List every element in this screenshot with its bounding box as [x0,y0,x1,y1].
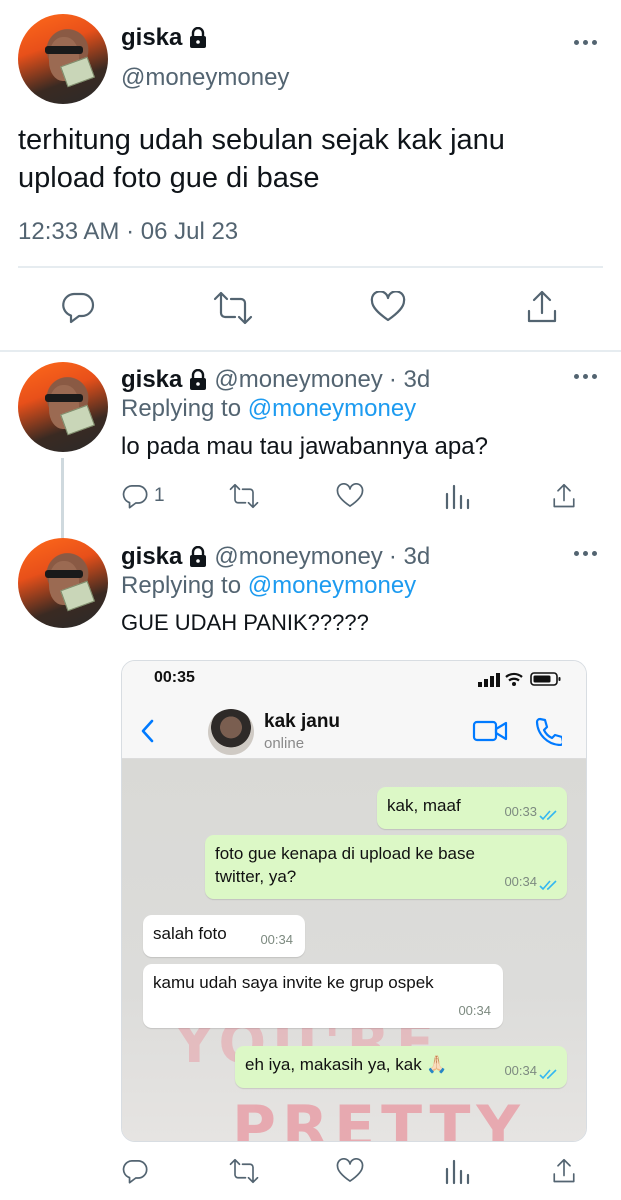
battery-icon [530,672,561,686]
status-time: 00:35 [154,669,195,686]
tweet-timestamp[interactable]: 12:33 AM · 06 Jul 23 [18,218,238,246]
retweet-icon[interactable] [213,291,253,325]
more-icon[interactable] [574,40,597,45]
reply-icon[interactable] [121,482,149,510]
read-receipt-icon [539,810,557,821]
author-handle[interactable]: @moneymoney [214,366,382,394]
avatar[interactable] [18,362,108,452]
like-icon[interactable] [370,291,406,323]
message-text: foto gue kenapa di upload ke base twitte… [215,844,475,886]
tweet-text-line: terhitung udah sebulan sejak kak janu [18,124,505,156]
message-time: 00:34 [260,932,293,947]
share-icon[interactable] [552,1157,576,1185]
tweet-text-line: upload foto gue di base [18,162,320,194]
avatar[interactable] [18,14,108,104]
lock-icon [190,369,207,390]
tweet-text: terhitung udah sebulan sejak kak janu up… [18,121,505,197]
section-divider [0,350,621,352]
read-receipt-icon [539,1069,557,1080]
author-name[interactable]: giska [121,366,182,394]
more-icon[interactable] [574,374,597,379]
lock-icon [190,27,207,48]
author-handle[interactable]: @moneymoney [214,543,382,571]
message-bubble-outgoing[interactable]: kak, maaf 00:33 [377,787,567,829]
replying-prefix: Replying to [121,572,242,599]
share-icon[interactable] [552,482,576,510]
signal-icon [478,673,500,687]
analytics-icon[interactable] [444,484,470,510]
wallpaper-text: PRETTY [232,1093,526,1142]
retweet-icon[interactable] [229,1158,259,1184]
reply-text: GUE UDAH PANIK????? [121,610,369,635]
author-name[interactable]: giska [121,24,182,52]
analytics-icon[interactable] [444,1159,470,1185]
reply-icon[interactable] [60,290,96,324]
contact-name[interactable]: kak janu [264,711,340,733]
tweet-age[interactable]: · 3d [389,543,430,571]
tweet-age[interactable]: · 3d [389,366,430,394]
chat-header: kak janu online [122,701,586,759]
reply-text: lo pada mau tau jawabannya apa? [121,433,488,460]
reply-count: 1 [154,485,165,506]
like-icon[interactable] [336,1158,364,1184]
more-icon[interactable] [574,551,597,556]
read-receipt-icon [539,880,557,891]
message-text: salah foto [153,924,227,943]
attached-image[interactable]: 00:35 kak janu online YOU'RE PRETTY kak,… [121,660,587,1142]
message-time: 00:34 [504,874,537,889]
author-handle[interactable]: @moneymoney [121,64,289,92]
message-time: 00:33 [504,804,537,819]
message-bubble-incoming[interactable]: kamu udah saya invite ke grup ospek 00:3… [143,964,503,1028]
chat-wallpaper: YOU'RE PRETTY kak, maaf 00:33 foto gue k… [122,759,586,1142]
lock-icon [190,546,207,567]
message-text: kamu udah saya invite ke grup ospek [153,973,434,992]
message-time: 00:34 [458,1003,491,1018]
message-bubble-outgoing[interactable]: eh iya, makasih ya, kak 🙏🏻 00:34 [235,1046,567,1088]
reply-icon[interactable] [121,1157,149,1185]
back-icon[interactable] [140,719,154,743]
wifi-icon [505,672,523,686]
video-call-icon[interactable] [472,719,508,743]
contact-status: online [264,735,305,752]
replying-prefix: Replying to [121,395,242,422]
phone-status-bar: 00:35 [122,661,586,701]
contact-avatar[interactable] [208,709,254,755]
message-bubble-incoming[interactable]: salah foto 00:34 [143,915,305,957]
message-text: eh iya, makasih ya, kak 🙏🏻 [245,1055,448,1074]
replying-to-link[interactable]: @moneymoney [248,572,416,599]
phone-icon[interactable] [534,716,562,746]
author-name[interactable]: giska [121,543,182,571]
message-text: kak, maaf [387,796,461,815]
retweet-icon[interactable] [229,483,259,509]
divider [18,266,603,268]
message-time: 00:34 [504,1063,537,1078]
share-icon[interactable] [526,289,558,325]
replying-to-link[interactable]: @moneymoney [248,395,416,422]
avatar[interactable] [18,538,108,628]
message-bubble-outgoing[interactable]: foto gue kenapa di upload ke base twitte… [205,835,567,899]
like-icon[interactable] [336,483,364,509]
